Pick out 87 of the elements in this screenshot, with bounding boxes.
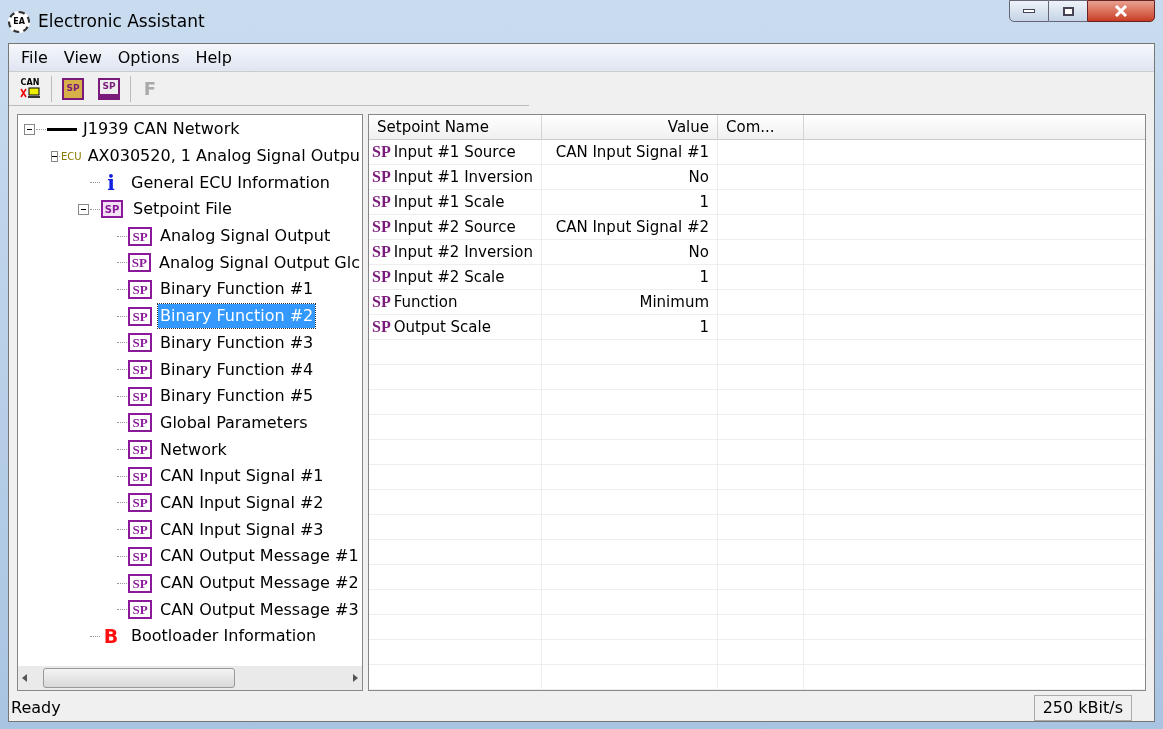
setpoint-icon: SP [128,279,152,299]
minimize-button[interactable] [1009,0,1049,22]
setpoint-icon: SP [128,520,152,540]
tree-item[interactable]: Analog Signal Output [158,224,333,249]
window-title: Electronic Assistant [38,9,205,33]
setpoint-icon: SP [372,290,391,314]
setpoint-icon: SP [128,600,152,620]
menu-item[interactable]: Help [187,45,240,70]
tree-item[interactable]: Bootloader Information [129,624,319,649]
info-icon: i [101,172,121,193]
tree-item[interactable]: CAN Input Signal #1 [158,464,326,489]
setpoint-icon: SP [372,265,391,289]
setpoint-icon: SP [372,315,391,339]
tree-item[interactable]: AX030520, 1 Analog Signal Outpu [85,144,362,169]
tree-item[interactable]: Network [158,437,229,462]
setpoint-icon: SP [127,253,152,273]
table-cell-text: Input #2 Scale [393,266,505,288]
table-cell-text: 1 [699,266,709,288]
table-cell-text: CAN Input Signal #2 [555,216,709,238]
table-cell-text: Function [393,291,458,313]
table-cell-text: Input #1 Inversion [393,166,534,188]
bootloader-icon: B [101,626,121,646]
horizontal-scrollbar[interactable] [18,666,362,690]
menu-item[interactable]: Options [109,45,188,70]
table-cell-text: No [688,241,709,263]
setpoint-icon: SP [372,140,391,164]
tree-item[interactable]: Setpoint File [131,197,234,222]
setpoint-icon: SP [128,360,152,380]
status-text: Ready [11,696,61,719]
table-cell-text: Input #2 Source [393,216,516,238]
setpoint-icon: SP [372,165,391,189]
table-cell-text: Input #2 Inversion [393,241,534,263]
setpoint-icon: SP [128,333,152,353]
table-cell-text: No [688,166,709,188]
setpoint-icon: SP [128,306,152,326]
collapse-toggle[interactable] [24,123,35,135]
setpoint-icon: SP [372,215,391,239]
table-cell-text: Input #1 Source [393,141,516,163]
setpoint-icon: SP [128,466,152,486]
line-icon [47,127,77,131]
tree-item[interactable]: Analog Signal Output Glc [157,250,362,275]
tree-item[interactable]: Global Parameters [158,410,310,435]
table-cell-text: Minimum [639,291,709,313]
tree-item[interactable]: General ECU Information [129,170,332,195]
tree-item[interactable]: CAN Input Signal #3 [158,517,326,542]
setpoint-icon: SP [128,440,152,460]
menu-item[interactable]: File [13,45,56,70]
bitrate-panel: 250 kBit/s [1033,694,1132,721]
tree-item[interactable]: CAN Output Message #2 [158,571,361,596]
tree-item[interactable]: CAN Output Message #3 [158,597,361,622]
tree-item[interactable]: Binary Function #4 [158,357,316,382]
setpoint-icon: SP [128,493,152,513]
menu-item[interactable]: View [55,45,110,70]
column-header[interactable]: Setpoint Name [369,115,542,139]
setpoint-icon: SP [128,546,152,566]
setpoint-icon: SP [128,413,152,433]
network-connect-button[interactable]: CAN [15,74,45,103]
column-header[interactable]: Value [542,115,718,139]
computer-icon [19,86,41,99]
table-cell-text: Output Scale [393,316,491,338]
column-header[interactable]: Com... [718,115,804,139]
tree-item[interactable]: Binary Function #3 [158,330,316,355]
ecu-label: ECU [61,149,82,164]
collapse-toggle[interactable] [51,150,58,162]
tree-item[interactable]: CAN Input Signal #2 [158,490,326,515]
close-icon [1114,5,1128,17]
table-cell-text: 1 [699,316,709,338]
table-cell-text: CAN Input Signal #1 [555,141,709,163]
tree-item[interactable]: Binary Function #5 [158,384,316,409]
scroll-right-icon [353,674,358,682]
tree-item[interactable]: J1939 CAN Network [81,117,242,142]
scroll-left-icon [22,674,27,682]
tree-item[interactable]: CAN Output Message #1 [158,544,361,569]
setpoint-icon: SP [128,226,152,246]
tree-item[interactable]: Binary Function #1 [158,277,316,302]
table-cell-text: 1 [699,191,709,213]
collapse-toggle[interactable] [78,203,89,215]
setpoint-file-icon: SP [101,200,123,219]
scroll-thumb[interactable] [43,668,235,688]
app-logo: EA [8,10,30,33]
setpoint-icon: SP [372,240,391,264]
close-button[interactable] [1087,0,1155,22]
maximize-button[interactable] [1049,0,1087,22]
setpoint-icon: SP [372,190,391,214]
table-cell-text: Input #1 Scale [393,191,505,213]
setpoint-icon: SP [128,386,152,406]
setpoint-icon: SP [128,573,152,593]
